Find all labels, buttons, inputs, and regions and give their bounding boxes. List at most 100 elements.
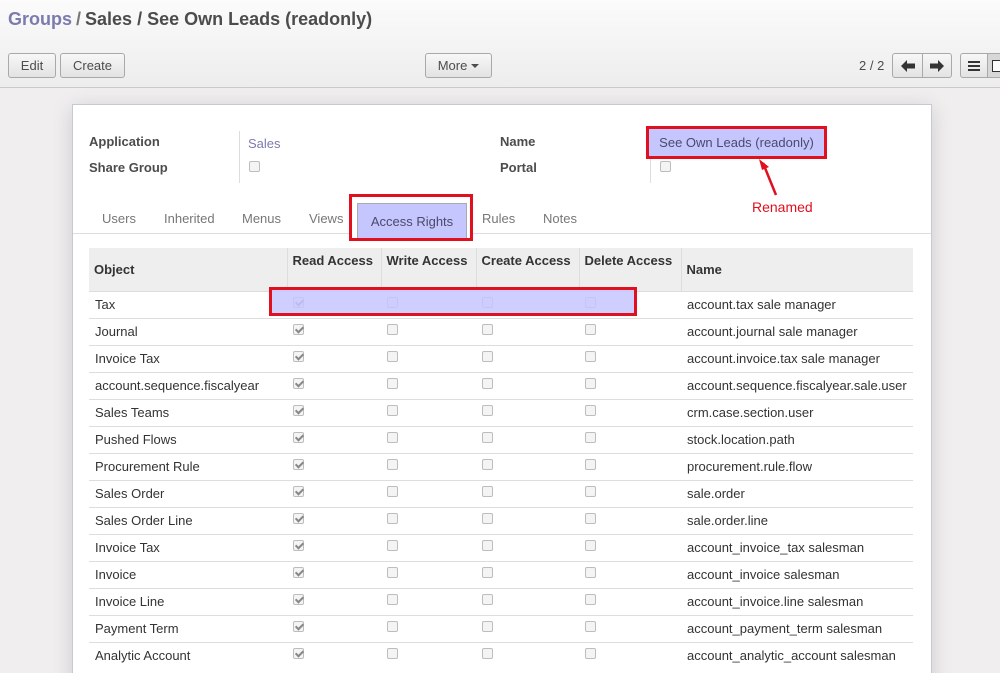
write-access-checkbox[interactable] — [387, 486, 398, 498]
table-row[interactable]: account.sequence.fiscalyear account.sequ… — [89, 371, 913, 399]
table-row[interactable]: Invoice Line account_invoice.line salesm… — [89, 587, 913, 615]
create-access-checkbox[interactable] — [482, 567, 493, 579]
write-access-checkbox[interactable] — [387, 324, 398, 336]
write-access-checkbox[interactable] — [387, 567, 398, 579]
table-row[interactable]: Invoice account_invoice salesman — [89, 560, 913, 588]
read-access-checkbox[interactable] — [293, 567, 304, 579]
read-access-checkbox[interactable] — [293, 513, 304, 525]
delete-access-checkbox[interactable] — [585, 486, 596, 498]
table-row[interactable]: Pushed Flows stock.location.path — [89, 425, 913, 453]
object-cell: Invoice Tax — [89, 344, 287, 372]
table-row[interactable]: Journal account.journal sale manager — [89, 317, 913, 345]
write-access-checkbox[interactable] — [387, 405, 398, 417]
table-row[interactable]: Procurement Rule procurement.rule.flow — [89, 452, 913, 480]
create-access-checkbox[interactable] — [482, 297, 493, 309]
delete-access-checkbox[interactable] — [585, 459, 596, 471]
read-access-checkbox[interactable] — [293, 324, 304, 336]
application-link[interactable]: Sales — [248, 136, 281, 151]
edit-button[interactable]: Edit — [8, 53, 56, 78]
tab-access-rights[interactable]: Access Rights — [357, 203, 467, 238]
table-row[interactable]: Payment Term account_payment_term salesm… — [89, 614, 913, 642]
column-header-write[interactable]: Write Access — [381, 248, 477, 291]
table-row[interactable]: Tax account.tax sale manager — [89, 290, 913, 318]
object-cell: Journal — [89, 317, 287, 345]
breadcrumb-groups-link[interactable]: Groups — [8, 9, 72, 29]
read-access-checkbox[interactable] — [293, 540, 304, 552]
delete-access-checkbox[interactable] — [585, 567, 596, 579]
write-access-checkbox[interactable] — [387, 432, 398, 444]
tab-menus[interactable]: Menus — [242, 211, 281, 226]
table-row[interactable]: Invoice Tax account.invoice.tax sale man… — [89, 344, 913, 372]
column-header-create[interactable]: Create Access — [476, 248, 580, 291]
column-header-read[interactable]: Read Access — [287, 248, 382, 291]
create-access-checkbox[interactable] — [482, 648, 493, 660]
write-access-checkbox[interactable] — [387, 648, 398, 660]
write-access-checkbox[interactable] — [387, 594, 398, 606]
delete-access-checkbox[interactable] — [585, 648, 596, 660]
create-access-checkbox[interactable] — [482, 486, 493, 498]
breadcrumb: Groups / Sales / See Own Leads (readonly) — [8, 9, 372, 30]
column-header-object[interactable]: Object — [89, 248, 288, 291]
tab-inherited[interactable]: Inherited — [164, 211, 215, 226]
delete-access-checkbox[interactable] — [585, 378, 596, 390]
read-access-checkbox[interactable] — [293, 405, 304, 417]
delete-access-checkbox[interactable] — [585, 351, 596, 363]
write-access-checkbox[interactable] — [387, 513, 398, 525]
portal-checkbox[interactable] — [660, 161, 671, 172]
table-row[interactable]: Sales Order sale.order — [89, 479, 913, 507]
create-access-checkbox[interactable] — [482, 351, 493, 363]
table-row[interactable]: Sales Order Line sale.order.line — [89, 506, 913, 534]
delete-access-checkbox[interactable] — [585, 405, 596, 417]
create-access-checkbox[interactable] — [482, 432, 493, 444]
create-access-checkbox[interactable] — [482, 378, 493, 390]
pager-next-button[interactable] — [922, 53, 952, 78]
read-access-checkbox[interactable] — [293, 594, 304, 606]
column-header-name[interactable]: Name — [681, 248, 913, 291]
create-access-checkbox[interactable] — [482, 594, 493, 606]
table-row[interactable]: Invoice Tax account_invoice_tax salesman — [89, 533, 913, 561]
read-access-checkbox[interactable] — [293, 459, 304, 471]
more-button[interactable]: More — [425, 53, 492, 78]
create-access-checkbox[interactable] — [482, 405, 493, 417]
read-access-checkbox[interactable] — [293, 648, 304, 660]
write-access-checkbox[interactable] — [387, 459, 398, 471]
write-access-checkbox[interactable] — [387, 540, 398, 552]
create-access-checkbox[interactable] — [482, 324, 493, 336]
tab-views[interactable]: Views — [309, 211, 343, 226]
write-access-checkbox[interactable] — [387, 378, 398, 390]
write-access-checkbox[interactable] — [387, 351, 398, 363]
share-group-checkbox[interactable] — [249, 161, 260, 172]
list-icon — [968, 60, 980, 71]
delete-access-checkbox[interactable] — [585, 540, 596, 552]
write-access-checkbox[interactable] — [387, 297, 398, 309]
tab-users[interactable]: Users — [102, 211, 136, 226]
delete-access-checkbox[interactable] — [585, 621, 596, 633]
create-access-checkbox[interactable] — [482, 513, 493, 525]
pager-previous-button[interactable] — [892, 53, 923, 78]
delete-access-checkbox[interactable] — [585, 297, 596, 309]
delete-access-checkbox[interactable] — [585, 432, 596, 444]
table-row[interactable]: Sales Teams crm.case.section.user — [89, 398, 913, 426]
column-header-delete[interactable]: Delete Access — [579, 248, 682, 291]
read-access-checkbox[interactable] — [293, 486, 304, 498]
tab-notes[interactable]: Notes — [543, 211, 577, 226]
read-access-checkbox[interactable] — [293, 432, 304, 444]
read-access-checkbox[interactable] — [293, 297, 304, 309]
create-access-checkbox[interactable] — [482, 459, 493, 471]
delete-access-checkbox[interactable] — [585, 324, 596, 336]
create-access-checkbox[interactable] — [482, 621, 493, 633]
create-access-checkbox[interactable] — [482, 540, 493, 552]
table-row[interactable]: Analytic Account account_analytic_accoun… — [89, 641, 913, 669]
delete-access-checkbox[interactable] — [585, 513, 596, 525]
delete-access-checkbox[interactable] — [585, 594, 596, 606]
read-access-checkbox[interactable] — [293, 351, 304, 363]
form-view-button[interactable] — [987, 53, 1000, 78]
name-field[interactable]: See Own Leads (readonly) — [646, 126, 827, 159]
read-access-checkbox[interactable] — [293, 378, 304, 390]
create-button[interactable]: Create — [60, 53, 125, 78]
create-access-cell — [476, 587, 579, 615]
read-access-checkbox[interactable] — [293, 621, 304, 633]
write-access-checkbox[interactable] — [387, 621, 398, 633]
list-view-button[interactable] — [960, 53, 988, 78]
tab-rules[interactable]: Rules — [482, 211, 515, 226]
